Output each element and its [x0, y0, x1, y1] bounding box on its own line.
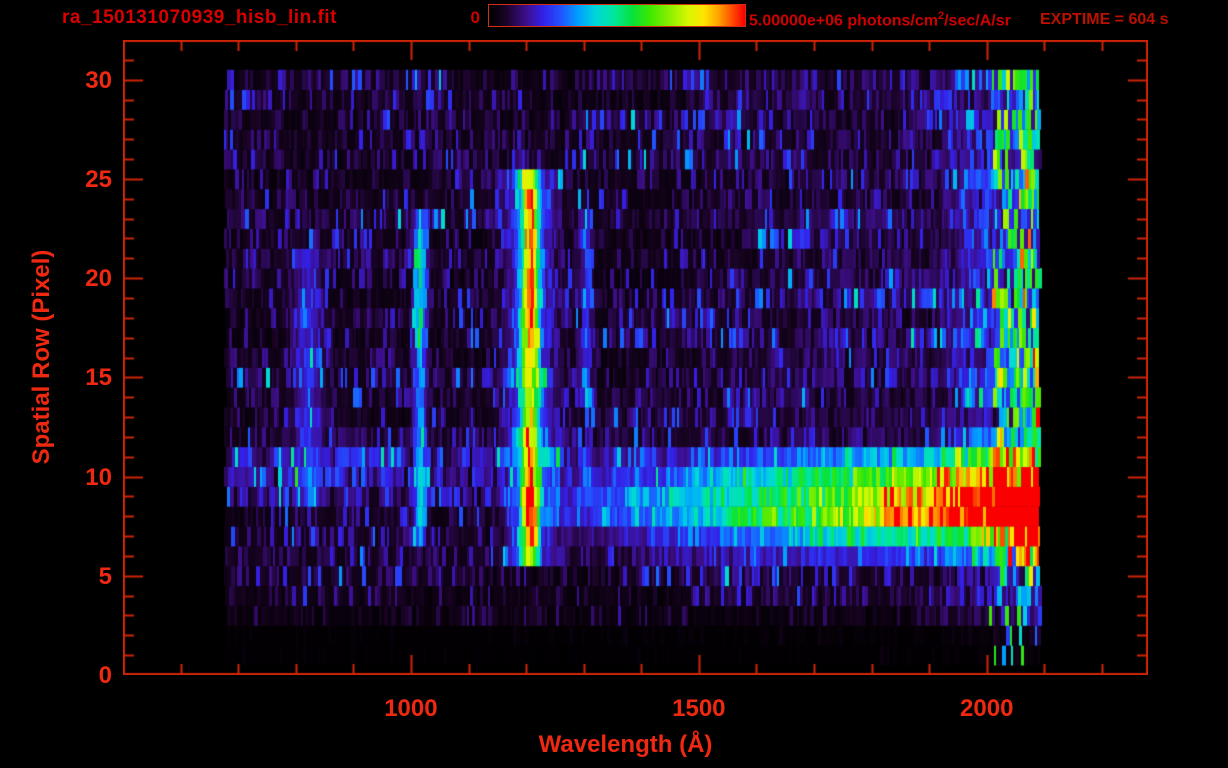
- colorbar: [488, 4, 746, 27]
- colorbar-max-label-units: /sec/A/sr: [944, 12, 1011, 30]
- y-tick-label: 5: [98, 562, 112, 590]
- colorbar-max-label: 5.00000e+06 photons/cm2/sec/A/sr: [749, 10, 1011, 30]
- y-tick-label: 25: [85, 165, 112, 193]
- x-tick-label: 1500: [672, 695, 726, 722]
- exptime-label: EXPTIME = 604 s: [1040, 11, 1169, 28]
- x-tick-label: 2000: [960, 695, 1014, 722]
- plot-title: ra_150131070939_hisb_lin.fit: [62, 7, 337, 28]
- y-tick-label: 30: [85, 66, 112, 94]
- colorbar-max-label-text: 5.00000e+06 photons/cm: [749, 12, 938, 30]
- y-axis-title: Spatial Row (Pixel): [28, 249, 55, 465]
- colorbar-gradient: [489, 5, 745, 26]
- y-tick-label: 0: [98, 662, 112, 689]
- spectral-heatmap-canvas: [123, 40, 1148, 675]
- y-tick-label: 10: [85, 463, 112, 491]
- x-tick-label: 1000: [384, 695, 438, 722]
- plot-window: ra_150131070939_hisb_lin.fit 0 5.00000e+…: [0, 0, 1228, 768]
- x-axis-title: Wavelength (Å): [538, 731, 713, 758]
- colorbar-min-label: 0: [470, 8, 480, 27]
